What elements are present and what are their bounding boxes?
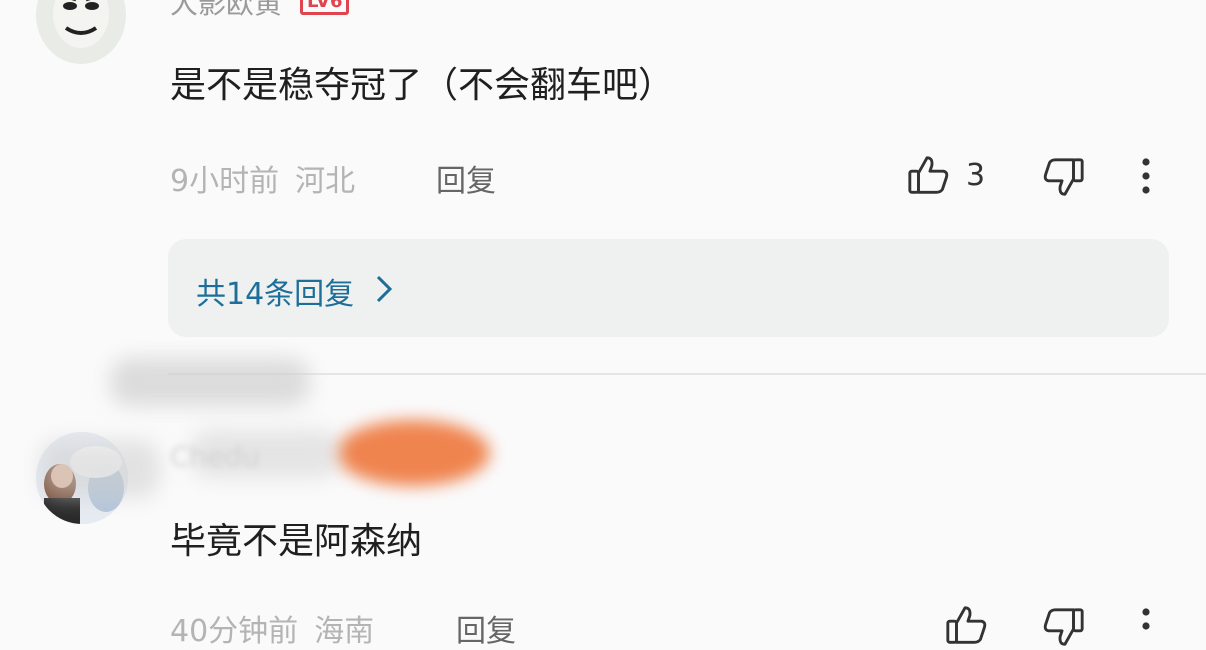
blur-mask: [40, 440, 160, 498]
thumbs-down-icon: [1040, 154, 1086, 200]
comment-text[interactable]: 是不是稳夺冠了（不会翻车吧）: [170, 56, 674, 108]
chevron-right-icon: [374, 273, 394, 309]
dislike-button[interactable]: [1040, 154, 1086, 200]
divider: [168, 373, 1206, 375]
location: 海南: [314, 614, 375, 649]
blur-mask: [336, 420, 490, 486]
timestamp: 9小时前: [170, 164, 280, 199]
avatar[interactable]: [36, 0, 126, 64]
level-badge: LV6: [300, 0, 350, 15]
thumbs-up-icon[interactable]: [944, 602, 990, 648]
thumbs-up-icon: [906, 152, 952, 198]
username[interactable]: 大影欧黄: [170, 0, 282, 22]
replies-count-label: 共14条回复: [196, 277, 355, 312]
like-button[interactable]: 3: [906, 152, 985, 198]
location: 河北: [295, 164, 356, 199]
reply-button[interactable]: 回复: [456, 606, 516, 650]
more-vertical-icon[interactable]: [1136, 156, 1156, 196]
meme-face-icon: [53, 0, 109, 48]
thumbs-down-icon[interactable]: [1040, 604, 1086, 650]
reply-button[interactable]: 回复: [436, 156, 496, 200]
like-count: 3: [966, 157, 986, 193]
comment-text[interactable]: 毕竟不是阿森纳: [170, 512, 422, 564]
more-vertical-icon[interactable]: [1136, 606, 1156, 646]
blur-mask: [190, 430, 340, 478]
replies-expander[interactable]: 共14条回复: [168, 239, 1169, 337]
timestamp: 40分钟前: [170, 614, 299, 649]
blur-mask: [110, 358, 310, 406]
